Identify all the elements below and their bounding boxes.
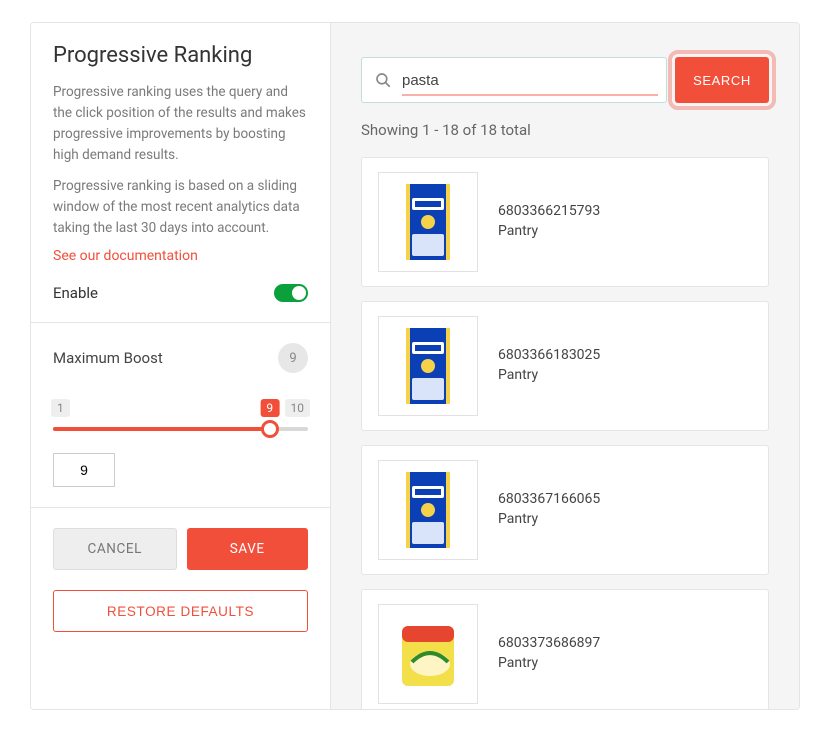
result-text: 6803373686897Pantry <box>498 634 600 673</box>
search-highlight <box>402 94 658 96</box>
result-card[interactable]: 6803366215793Pantry <box>361 157 769 287</box>
result-id: 6803373686897 <box>498 634 600 654</box>
result-text: 6803366215793Pantry <box>498 202 600 241</box>
max-boost-badge: 9 <box>278 343 308 373</box>
result-category: Pantry <box>498 222 600 242</box>
result-id: 6803366215793 <box>498 202 600 222</box>
max-boost-label: Maximum Boost <box>53 349 163 367</box>
result-category: Pantry <box>498 654 600 674</box>
settings-panel: Progressive Ranking Progressive ranking … <box>31 23 331 709</box>
result-category: Pantry <box>498 366 600 386</box>
result-id: 6803367166065 <box>498 490 600 510</box>
slider-min-label: 1 <box>51 399 70 417</box>
search-button[interactable]: SEARCH <box>675 57 769 103</box>
cancel-button[interactable]: CANCEL <box>53 528 177 570</box>
max-boost-slider[interactable]: 1 9 10 <box>53 405 308 431</box>
result-id: 6803366183025 <box>498 346 600 366</box>
search-input[interactable] <box>402 72 654 89</box>
result-thumbnail <box>378 460 478 560</box>
search-box[interactable] <box>361 57 667 103</box>
result-text: 6803367166065Pantry <box>498 490 600 529</box>
result-thumbnail <box>378 172 478 272</box>
search-icon <box>374 71 392 89</box>
progressive-ranking-title: Progressive Ranking <box>53 43 308 68</box>
result-card[interactable]: 6803373686897Pantry <box>361 589 769 709</box>
slider-max-label: 10 <box>285 399 311 417</box>
result-category: Pantry <box>498 510 600 530</box>
enable-toggle[interactable] <box>274 284 308 302</box>
result-thumbnail <box>378 316 478 416</box>
result-card[interactable]: 6803366183025Pantry <box>361 301 769 431</box>
result-text: 6803366183025Pantry <box>498 346 600 385</box>
result-card[interactable]: 6803367166065Pantry <box>361 445 769 575</box>
results-panel: SEARCH Showing 1 - 18 of 18 total 680336… <box>331 23 799 709</box>
max-boost-input[interactable] <box>53 453 115 487</box>
slider-value-bubble: 9 <box>260 399 279 417</box>
description-paragraph-2: Progressive ranking is based on a slidin… <box>53 176 308 239</box>
restore-defaults-button[interactable]: RESTORE DEFAULTS <box>53 590 308 632</box>
save-button[interactable]: SAVE <box>187 528 309 570</box>
description-paragraph: Progressive ranking uses the query and t… <box>53 82 308 166</box>
enable-label: Enable <box>53 284 98 302</box>
results-count: Showing 1 - 18 of 18 total <box>361 121 769 139</box>
slider-thumb[interactable] <box>261 420 279 438</box>
documentation-link[interactable]: See our documentation <box>53 248 308 264</box>
result-thumbnail <box>378 604 478 704</box>
